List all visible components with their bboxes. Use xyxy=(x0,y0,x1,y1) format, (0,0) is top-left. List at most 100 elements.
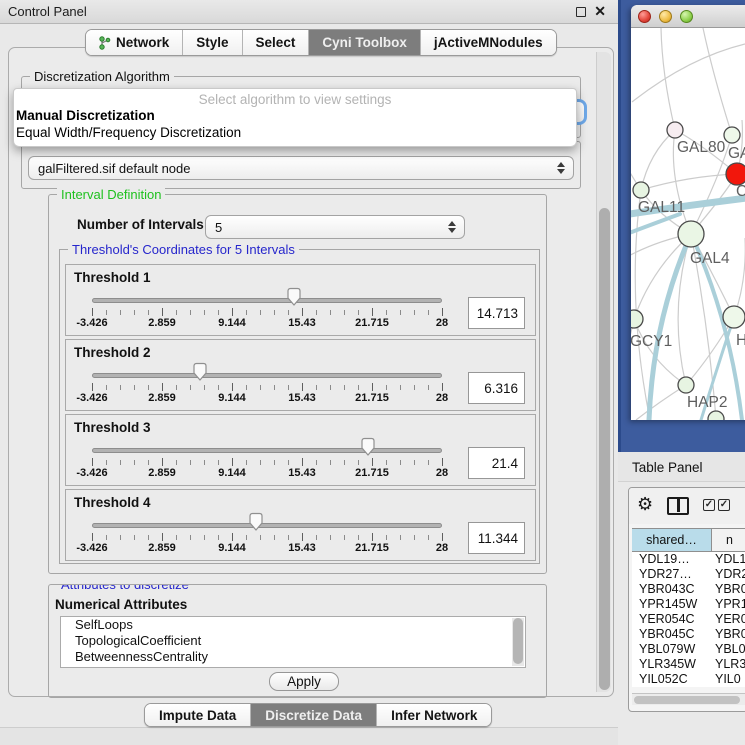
tick-label: 9.144 xyxy=(218,392,246,404)
tick-mark xyxy=(274,385,275,390)
node-label: H xyxy=(736,332,745,349)
tab-infer-network[interactable]: Infer Network xyxy=(377,704,491,726)
tab-impute-data[interactable]: Impute Data xyxy=(145,704,251,726)
table-row[interactable]: YPR145WYPR1 xyxy=(632,597,745,612)
zoom-traffic-light-icon[interactable] xyxy=(680,10,693,23)
network-node[interactable] xyxy=(633,182,649,198)
tick-mark xyxy=(330,310,331,315)
network-window-titlebar xyxy=(631,5,745,28)
tick-mark xyxy=(358,535,359,540)
number-of-intervals-value: 5 xyxy=(215,220,222,235)
slider-track[interactable] xyxy=(92,448,442,453)
threshold-row: Threshold 1-3.4262.8599.14415.4321.71528 xyxy=(65,264,536,336)
algorithm-option[interactable]: Manual Discretization xyxy=(16,108,155,123)
network-node[interactable] xyxy=(678,377,694,393)
attribute-list-item[interactable]: BetweennessCentrality xyxy=(61,649,525,665)
tab-label: Cyni Toolbox xyxy=(322,35,407,50)
table-horizontal-scrollbar[interactable] xyxy=(632,693,745,705)
threshold-value-field[interactable] xyxy=(468,372,525,404)
close-traffic-light-icon[interactable] xyxy=(638,10,651,23)
table-cell: YER0 xyxy=(712,612,745,627)
network-edge xyxy=(634,234,691,319)
tick-mark xyxy=(372,458,373,466)
slider-thumb[interactable] xyxy=(248,512,264,532)
tab-network[interactable]: Network xyxy=(86,30,183,55)
tab-jactivemnodules[interactable]: jActiveMNodules xyxy=(421,30,556,55)
threshold-slider[interactable]: -3.4262.8599.14415.4321.71528 xyxy=(66,433,456,483)
control-panel: Control Panel ✕ NetworkStyleSelectCyni T… xyxy=(0,0,618,745)
threshold-rows: Threshold 1-3.4262.8599.14415.4321.71528… xyxy=(65,264,536,564)
list-scrollbar[interactable] xyxy=(512,618,524,666)
network-node[interactable] xyxy=(723,306,745,328)
table-row[interactable]: YDL19…YDL1 xyxy=(632,552,745,567)
tick-label: 15.43 xyxy=(288,392,316,404)
numerical-attributes-list[interactable]: SelfLoopsTopologicalCoefficientBetweenne… xyxy=(60,616,526,668)
split-columns-icon[interactable] xyxy=(667,497,689,515)
checkbox-icon[interactable]: ✓ xyxy=(718,499,730,511)
network-node[interactable] xyxy=(678,221,704,247)
attribute-list-item[interactable]: SelfLoops xyxy=(61,617,525,633)
table-row[interactable]: YBR045CYBR0 xyxy=(632,627,745,642)
tab-style[interactable]: Style xyxy=(183,30,242,55)
network-node[interactable] xyxy=(708,411,724,420)
tick-mark xyxy=(120,385,121,390)
float-window-icon[interactable] xyxy=(576,7,586,17)
attribute-list-item[interactable]: TopologicalCoefficient xyxy=(61,633,525,649)
tab-label: Select xyxy=(256,35,296,50)
close-icon[interactable]: ✕ xyxy=(594,3,606,20)
network-node[interactable] xyxy=(726,163,745,185)
tick-mark xyxy=(176,535,177,540)
table-row[interactable]: YBL079WYBL0 xyxy=(632,642,745,657)
column-header[interactable]: shared… xyxy=(632,529,712,551)
tick-mark xyxy=(400,460,401,465)
slider-track[interactable] xyxy=(92,523,442,528)
network-node[interactable] xyxy=(631,310,643,328)
tick-mark xyxy=(106,460,107,465)
tick-mark xyxy=(274,460,275,465)
tick-mark xyxy=(204,535,205,540)
tick-mark xyxy=(260,310,261,315)
tick-mark xyxy=(302,458,303,466)
network-canvas[interactable]: GAL80GACGAL11GAL4GCY1HHAP2 xyxy=(631,28,745,420)
table-row[interactable]: YIL052CYIL0 xyxy=(632,672,745,687)
network-edge xyxy=(631,319,634,400)
table-row[interactable]: YER054CYER0 xyxy=(632,612,745,627)
number-of-intervals-select[interactable]: 5 xyxy=(205,215,465,239)
table-cell: YIL052C xyxy=(632,672,712,687)
slider-track[interactable] xyxy=(92,373,442,378)
tick-mark xyxy=(120,535,121,540)
threshold-value-field[interactable] xyxy=(468,297,525,329)
tab-select[interactable]: Select xyxy=(243,30,310,55)
table-data-select[interactable]: galFiltered.sif default node xyxy=(28,156,574,180)
threshold-slider[interactable]: -3.4262.8599.14415.4321.71528 xyxy=(66,283,456,333)
column-header[interactable]: n xyxy=(712,529,745,551)
algorithm-option[interactable]: Equal Width/Frequency Discretization xyxy=(16,125,241,140)
threshold-row: Threshold 4-3.4262.8599.14415.4321.71528 xyxy=(65,489,536,561)
minimize-traffic-light-icon[interactable] xyxy=(659,10,672,23)
threshold-slider[interactable]: -3.4262.8599.14415.4321.71528 xyxy=(66,358,456,408)
tick-label: 2.859 xyxy=(148,317,176,329)
slider-thumb[interactable] xyxy=(360,437,376,457)
network-node[interactable] xyxy=(667,122,683,138)
network-node[interactable] xyxy=(724,127,740,143)
slider-thumb[interactable] xyxy=(192,362,208,382)
slider-track[interactable] xyxy=(92,298,442,303)
tick-mark xyxy=(176,310,177,315)
table-row[interactable]: YLR345WYLR3 xyxy=(632,657,745,672)
checkbox-icon[interactable]: ✓ xyxy=(703,499,715,511)
table-row[interactable]: YBR043CYBR0 xyxy=(632,582,745,597)
threshold-value-field[interactable] xyxy=(468,447,525,479)
threshold-slider[interactable]: -3.4262.8599.14415.4321.71528 xyxy=(66,508,456,558)
table-row[interactable]: YDR27…YDR2 xyxy=(632,567,745,582)
table-cell: YBL0 xyxy=(712,642,745,657)
threshold-value-field[interactable] xyxy=(468,522,525,554)
panel-scrollbar[interactable] xyxy=(596,52,611,692)
tick-mark xyxy=(428,310,429,315)
tab-cyni-toolbox[interactable]: Cyni Toolbox xyxy=(309,30,421,55)
gear-icon[interactable]: ⚙ xyxy=(637,494,653,515)
apply-button[interactable]: Apply xyxy=(269,672,339,691)
tick-mark xyxy=(176,385,177,390)
table-panel-title: Table Panel xyxy=(632,460,703,475)
slider-thumb[interactable] xyxy=(286,287,302,307)
tab-discretize-data[interactable]: Discretize Data xyxy=(251,704,377,726)
